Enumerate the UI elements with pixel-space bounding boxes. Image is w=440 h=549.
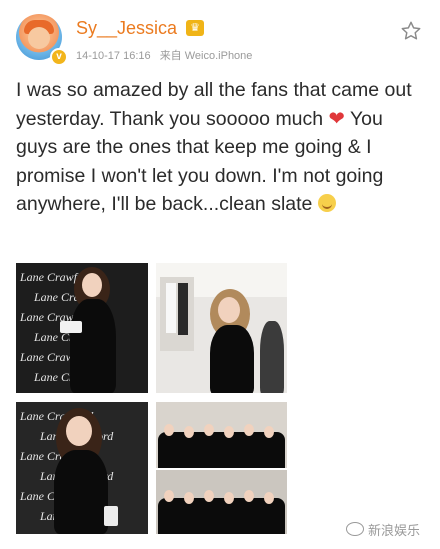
favorite-button[interactable] <box>400 20 422 42</box>
avatar-face <box>28 27 50 49</box>
bystander <box>260 321 284 393</box>
watermark: 新浪娱乐 <box>345 520 420 539</box>
garment <box>178 283 188 335</box>
person-face <box>218 297 240 323</box>
verified-badge-icon: v <box>50 48 68 66</box>
post-meta: 14-10-17 16:16 来自 Weico.iPhone <box>76 47 258 63</box>
face <box>244 424 254 436</box>
star-outline-icon <box>401 21 421 40</box>
username[interactable]: Sy__Jessica <box>76 18 177 39</box>
post-timestamp: 14-10-17 16:16 <box>76 50 151 62</box>
face <box>264 426 274 438</box>
face <box>204 490 214 502</box>
post-text: I was so amazed by all the fans that cam… <box>16 76 426 219</box>
face <box>164 490 174 502</box>
post-photo-3[interactable]: Lane Crawford Lane Crawford Lane Crawfor… <box>16 402 148 534</box>
post-source: 来自 Weico.iPhone <box>159 50 253 62</box>
person-dress <box>54 450 108 534</box>
heart-emoji-icon: ❤ <box>328 107 345 130</box>
face <box>164 424 174 436</box>
vip-crown-icon: ♛ <box>186 20 204 36</box>
face <box>224 492 234 504</box>
face <box>244 490 254 502</box>
person-face <box>82 273 102 297</box>
face <box>184 426 194 438</box>
weibo-post-card: v Sy__Jessica ♛ 14-10-17 16:16 来自 Weico.… <box>0 0 440 549</box>
post-photo-2[interactable] <box>156 263 287 393</box>
clutch-bag <box>104 506 118 526</box>
person-dress <box>210 325 254 393</box>
person-face <box>66 416 92 446</box>
face <box>184 492 194 504</box>
face <box>204 424 214 436</box>
clutch-bag <box>60 321 82 333</box>
face <box>264 492 274 504</box>
post-photo-4[interactable] <box>156 402 287 534</box>
smile-emoji-icon <box>317 194 336 212</box>
garment <box>166 283 176 333</box>
person-dress <box>70 299 116 393</box>
post-photo-1[interactable]: Lane Crawford Lane Crawford Lane Crawfor… <box>16 263 148 393</box>
face <box>224 426 234 438</box>
weibo-logo-icon <box>345 522 364 536</box>
watermark-text: 新浪娱乐 <box>367 523 420 538</box>
